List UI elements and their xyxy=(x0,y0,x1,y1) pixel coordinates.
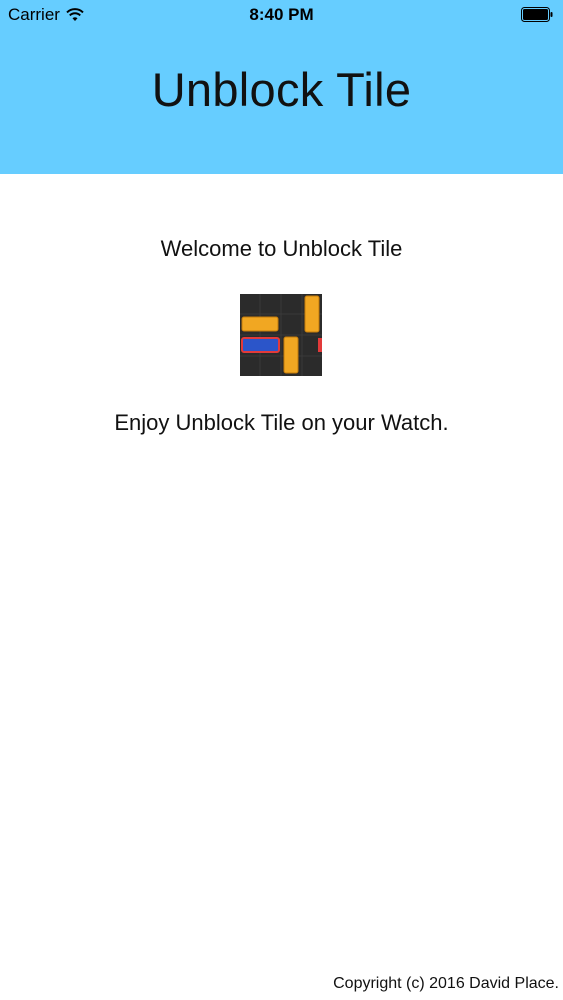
battery-icon xyxy=(521,7,553,22)
enjoy-text: Enjoy Unblock Tile on your Watch. xyxy=(114,410,449,435)
app-title: Unblock Tile xyxy=(151,63,412,116)
welcome-text: Welcome to Unblock Tile xyxy=(160,236,403,261)
status-bar: Carrier 8:40 PM xyxy=(0,0,563,30)
unblock-tile-app-icon xyxy=(240,294,322,376)
copyright-text: Copyright (c) 2016 David Place. xyxy=(333,975,559,992)
status-time: 8:40 PM xyxy=(249,5,314,24)
app-header: Carrier 8:40 PM Unblock Tile xyxy=(0,0,563,174)
